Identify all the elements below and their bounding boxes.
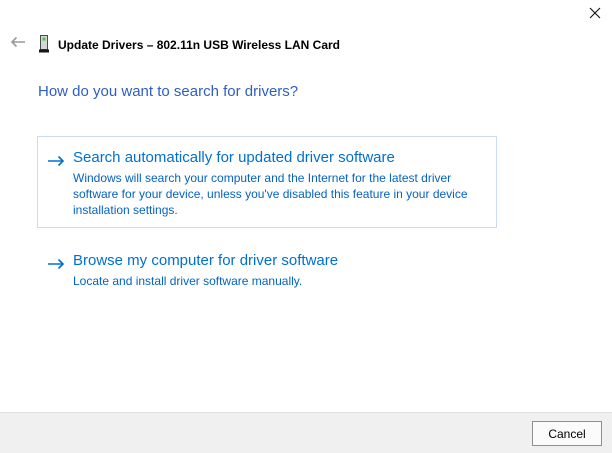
option-search-automatically[interactable]: Search automatically for updated driver … (37, 136, 497, 228)
forward-arrow-icon (47, 257, 65, 275)
option-title: Browse my computer for driver software (73, 252, 339, 269)
option-text: Browse my computer for driver software L… (73, 252, 486, 289)
option-description: Windows will search your computer and th… (73, 171, 468, 217)
close-button[interactable] (585, 5, 605, 25)
update-drivers-wizard-window: Update Drivers – 802.11n USB Wireless LA… (0, 0, 612, 453)
option-browse-computer[interactable]: Browse my computer for driver software L… (37, 245, 497, 305)
footer-bar: Cancel (0, 412, 612, 453)
back-arrow-icon (9, 35, 26, 53)
back-button[interactable] (7, 36, 27, 52)
forward-arrow-icon (47, 154, 65, 172)
close-icon (589, 6, 601, 24)
usb-device-icon (38, 35, 50, 53)
window-title: Update Drivers – 802.11n USB Wireless LA… (58, 38, 341, 52)
option-description: Locate and install driver software manua… (73, 274, 303, 288)
page-heading: How do you want to search for drivers? (38, 83, 299, 100)
cancel-button[interactable]: Cancel (532, 421, 602, 446)
option-text: Search automatically for updated driver … (73, 149, 486, 218)
option-title: Search automatically for updated driver … (73, 149, 395, 166)
